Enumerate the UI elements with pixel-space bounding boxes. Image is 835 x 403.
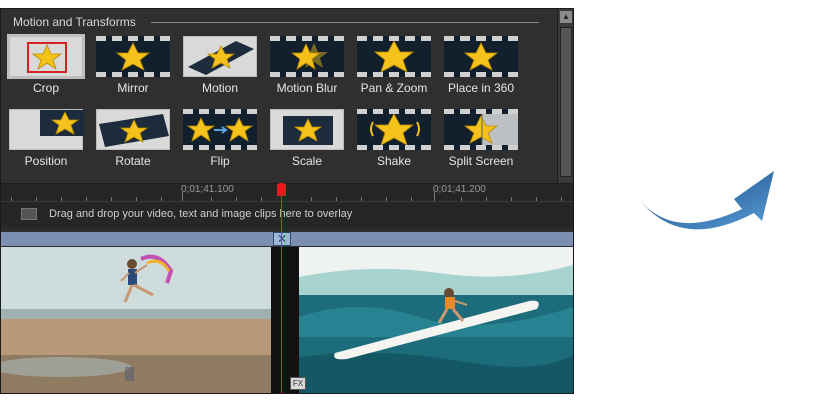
effect-tile-split-screen[interactable]: Split Screen bbox=[442, 109, 520, 168]
section-divider bbox=[151, 22, 539, 23]
section-title: Motion and Transforms bbox=[13, 15, 136, 29]
effect-label: Shake bbox=[376, 154, 412, 168]
mirror-icon bbox=[96, 36, 170, 77]
effect-label: Flip bbox=[210, 154, 230, 168]
panel-scrollbar[interactable]: ▲ bbox=[557, 9, 573, 183]
effects-panel: Motion and Transforms Crop Mirror Motion… bbox=[1, 9, 557, 183]
effect-label: Scale bbox=[291, 154, 323, 168]
effect-label: Rotate bbox=[115, 154, 151, 168]
split-screen-icon bbox=[444, 109, 518, 150]
effect-tile-flip[interactable]: Flip bbox=[181, 109, 259, 168]
effect-tile-shake[interactable]: Shake bbox=[355, 109, 433, 168]
flip-icon bbox=[183, 109, 257, 150]
overlay-track-icon bbox=[21, 208, 37, 220]
ruler-timecode: 0;01;41.200 bbox=[433, 184, 486, 195]
effect-tile-motion-blur[interactable]: Motion Blur bbox=[268, 36, 346, 95]
clip-gap bbox=[271, 247, 299, 393]
effect-tile-motion[interactable]: Motion bbox=[181, 36, 259, 95]
curved-arrow-icon bbox=[636, 171, 774, 230]
effect-label: Place in 360 bbox=[447, 81, 515, 95]
effect-label: Motion bbox=[201, 81, 239, 95]
pan-zoom-icon bbox=[357, 36, 431, 77]
video-clip-surfer[interactable] bbox=[299, 247, 573, 393]
overlay-hint-text: Drag and drop your video, text and image… bbox=[49, 208, 353, 220]
effect-label: Motion Blur bbox=[276, 81, 338, 95]
effect-tile-crop[interactable]: Crop bbox=[7, 34, 85, 95]
scroll-thumb[interactable] bbox=[560, 27, 572, 177]
place-in-360-icon bbox=[444, 36, 518, 77]
effect-label: Crop bbox=[32, 81, 59, 95]
playhead-line bbox=[281, 195, 282, 393]
crop-icon bbox=[7, 34, 85, 79]
ruler-timecode: 0;01;41.100 bbox=[181, 184, 234, 195]
effect-tile-scale[interactable]: Scale bbox=[268, 109, 346, 168]
timeline-ruler[interactable]: 0;01;41.100 0;01;41.200 bbox=[1, 183, 573, 202]
video-clip-beach[interactable] bbox=[1, 247, 271, 393]
shake-icon bbox=[357, 109, 431, 150]
effect-label: Mirror bbox=[117, 81, 149, 95]
video-editor-window: Motion and Transforms Crop Mirror Motion… bbox=[0, 8, 574, 394]
effect-label: Pan & Zoom bbox=[360, 81, 428, 95]
fx-badge[interactable]: FX bbox=[290, 377, 306, 390]
motion-blur-icon bbox=[270, 36, 344, 77]
position-icon bbox=[9, 109, 84, 150]
scale-icon bbox=[270, 109, 344, 150]
effect-tile-place-in-360[interactable]: Place in 360 bbox=[442, 36, 520, 95]
scroll-up-arrow-icon[interactable]: ▲ bbox=[560, 11, 572, 23]
effect-tile-rotate[interactable]: Rotate bbox=[94, 109, 172, 168]
effect-tile-position[interactable]: Position bbox=[7, 109, 85, 168]
effect-label: Position bbox=[24, 154, 68, 168]
effect-tile-pan-zoom[interactable]: Pan & Zoom bbox=[355, 36, 433, 95]
motion-icon bbox=[183, 36, 257, 77]
transition-icon[interactable]: ⨯ bbox=[273, 232, 291, 246]
overlay-track[interactable]: Drag and drop your video, text and image… bbox=[1, 201, 573, 228]
rotate-icon bbox=[96, 109, 170, 150]
effect-label: Split Screen bbox=[448, 154, 514, 168]
effect-tile-mirror[interactable]: Mirror bbox=[94, 36, 172, 95]
